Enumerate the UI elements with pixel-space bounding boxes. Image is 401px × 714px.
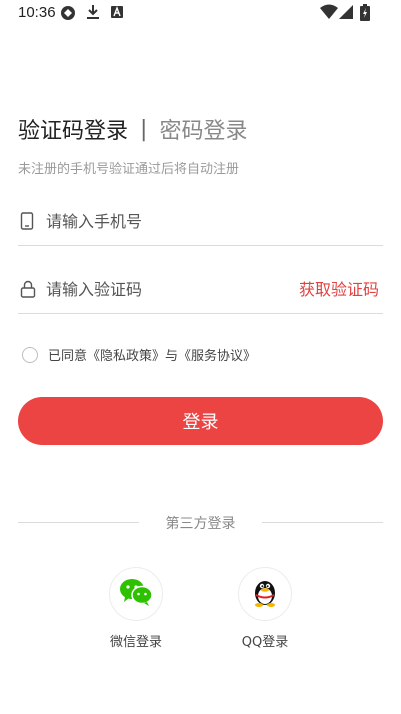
status-bar: 10:36 [0,0,401,28]
phone-icon [20,212,34,234]
verification-code-field[interactable]: 请输入验证码 获取验证码 [18,264,383,314]
app-notification-icon [110,4,124,24]
tab-divider: | [140,116,148,142]
download-icon [86,4,100,24]
signal-icon [339,4,353,24]
wechat-login-button[interactable]: 微信登录 [96,567,176,650]
sync-icon [60,4,76,24]
battery-icon [360,4,370,25]
wechat-icon-circle [109,567,163,621]
third-party-label: 第三方登录 [165,516,236,532]
agreement-row[interactable]: 已同意《隐私政策》与《服务协议》 [22,345,256,364]
phone-field[interactable]: 请输入手机号 [18,196,383,246]
wifi-icon [320,4,338,24]
qq-label: QQ登录 [241,635,289,650]
phone-placeholder: 请输入手机号 [46,212,143,231]
login-button[interactable]: 登录 [18,397,383,445]
qq-icon [252,577,278,611]
tab-code-login[interactable]: 验证码登录 [18,113,128,145]
auto-register-hint: 未注册的手机号验证通过后将自动注册 [18,162,240,177]
login-mode-tabs: 验证码登录 | 密码登录 [18,113,247,145]
wechat-label: 微信登录 [109,635,162,650]
agreement-radio[interactable] [22,346,38,363]
qq-login-button[interactable]: QQ登录 [225,567,305,650]
get-code-button[interactable]: 获取验证码 [299,276,379,300]
agreement-text[interactable]: 已同意《隐私政策》与《服务协议》 [48,345,256,364]
tab-password-login[interactable]: 密码登录 [159,113,247,145]
qq-icon-circle [238,567,292,621]
login-screen: 10:36 验证码登录 | 密码登录 未注册的手机号验证通过后将自动注册 请输入… [0,0,401,714]
divider-right [262,522,383,523]
lock-icon [20,280,36,302]
status-time: 10:36 [18,4,56,21]
code-placeholder: 请输入验证码 [46,280,143,299]
wechat-icon [119,577,153,611]
